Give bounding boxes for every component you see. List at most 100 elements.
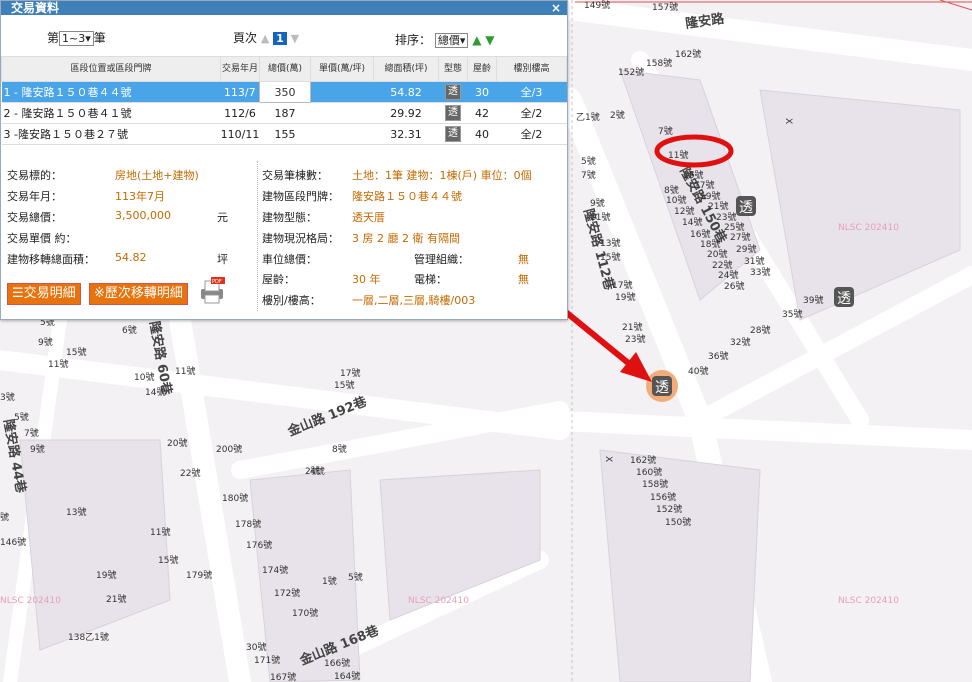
detail-value: 透天厝	[352, 211, 385, 224]
svg-text:164號: 164號	[334, 670, 360, 682]
svg-text:152號: 152號	[656, 503, 682, 515]
svg-text:11號: 11號	[668, 149, 688, 161]
cell-type: 透	[438, 102, 468, 124]
type-badge: 透	[445, 84, 461, 100]
table-row[interactable]: 1 - 隆安路１５０巷４４號 113/7 350 54.82 透 30 全/3	[1, 81, 567, 103]
sort-select[interactable]: 總價▾	[434, 33, 469, 48]
selected-transaction-marker[interactable]: 透	[646, 370, 678, 402]
svg-text:13號: 13號	[600, 237, 620, 249]
svg-text:透: 透	[739, 200, 753, 216]
svg-text:透: 透	[837, 291, 851, 307]
col-header[interactable]: 型態	[438, 56, 468, 82]
detail-label: 交易筆棟數：	[262, 169, 328, 182]
detail-right: 交易筆棟數： 土地：1筆 建物：1棟(戶) 車位：0個 建物區段門牌： 隆安路１…	[257, 161, 564, 311]
svg-text:32號: 32號	[730, 336, 750, 348]
svg-text:22號: 22號	[180, 467, 200, 479]
next-page-icon[interactable]: ▼	[291, 32, 299, 45]
cell-address: 3 -隆安路１５０巷２７號	[1, 123, 221, 145]
svg-text:146號: 146號	[0, 536, 26, 548]
transaction-detail-button[interactable]: ☰交易明細	[7, 283, 81, 305]
detail-value: 隆安路１５０巷４４號	[352, 190, 462, 203]
cell-unit	[310, 81, 374, 103]
svg-text:36號: 36號	[708, 350, 728, 362]
svg-text:3號: 3號	[0, 391, 15, 403]
svg-text:11號: 11號	[590, 211, 610, 223]
svg-text:15號: 15號	[66, 346, 86, 358]
transaction-table: 區段位置或區段門牌 交易年月 總價(萬) 單價(萬/坪) 總面積(坪) 型態 屋…	[1, 56, 567, 145]
elevator-label: 電梯：	[414, 273, 447, 286]
detail-label: 交易標的：	[7, 169, 62, 182]
transaction-marker[interactable]: 透	[834, 287, 854, 307]
cell-age: 30	[467, 81, 497, 103]
detail-label: 交易年月：	[7, 190, 62, 203]
svg-text:15號: 15號	[600, 251, 620, 263]
cell-age: 42	[467, 102, 497, 124]
svg-text:17號: 17號	[612, 279, 632, 291]
cell-area: 32.31	[373, 123, 439, 145]
close-icon[interactable]: ×	[551, 1, 561, 15]
svg-text:2號: 2號	[610, 109, 625, 121]
cell-floor: 全/2	[496, 102, 567, 124]
svg-text:透: 透	[655, 380, 669, 396]
transaction-marker[interactable]: 透	[736, 196, 756, 216]
detail-label: 交易總價：	[7, 211, 62, 224]
record-prefix: 第	[47, 31, 60, 45]
pagination: 頁次 ▲ 1 ▼	[233, 29, 299, 46]
elevator-value: 無	[518, 273, 529, 286]
type-badge: 透	[445, 105, 461, 121]
svg-text:X: X	[783, 118, 793, 124]
cell-date: 110/11	[220, 123, 260, 145]
svg-text:180號: 180號	[222, 492, 248, 504]
pdf-printer-icon[interactable]: PDF	[199, 277, 227, 305]
watermark: NLSC 202410	[0, 596, 61, 606]
svg-text:7號: 7號	[581, 169, 596, 181]
svg-text:17號: 17號	[694, 179, 714, 191]
detail-label: 樓別/樓高：	[262, 294, 321, 307]
cell-area: 29.92	[373, 102, 439, 124]
svg-text:19號: 19號	[96, 569, 116, 581]
transfer-history-button[interactable]: ※歷次移轉明細	[89, 283, 188, 305]
mgmt-label: 管理組織：	[414, 253, 469, 266]
svg-text:178號: 178號	[235, 518, 261, 530]
svg-text:乙1號: 乙1號	[576, 111, 600, 123]
svg-text:21號: 21號	[708, 200, 728, 212]
table-row[interactable]: 3 -隆安路１５０巷２７號 110/11 155 32.31 透 40 全/2	[1, 123, 567, 145]
panel-toolbar: 第 1~3▾ 筆 頁次 ▲ 1 ▼ 排序： 總價▾ ▲ ▼	[1, 15, 567, 48]
svg-text:150號: 150號	[665, 516, 691, 528]
svg-text:152號: 152號	[618, 66, 644, 78]
current-page[interactable]: 1	[273, 32, 287, 45]
svg-text:26號: 26號	[724, 280, 744, 292]
mgmt-value: 無	[518, 253, 529, 266]
col-header[interactable]: 樓別樓高	[496, 56, 567, 82]
col-header[interactable]: 屋齡	[467, 56, 497, 82]
svg-text:7號: 7號	[658, 125, 673, 137]
prev-page-icon[interactable]: ▲	[261, 32, 269, 45]
cell-date: 113/7	[220, 81, 260, 103]
svg-text:162號: 162號	[675, 48, 701, 60]
col-header[interactable]: 區段位置或區段門牌	[1, 56, 221, 82]
detail-value: 土地：1筆 建物：1棟(戶) 車位：0個	[352, 169, 532, 182]
svg-text:23號: 23號	[716, 211, 736, 223]
sort-desc-icon[interactable]: ▼	[485, 33, 494, 47]
svg-text:8號: 8號	[332, 443, 347, 455]
svg-text:20號: 20號	[707, 248, 727, 260]
svg-text:25號: 25號	[724, 221, 744, 233]
detail-label: 建物現況格局：	[262, 232, 339, 245]
sort-asc-icon[interactable]: ▲	[472, 33, 481, 47]
svg-text:5號: 5號	[581, 155, 596, 167]
svg-text:15號: 15號	[683, 169, 703, 181]
watermark: NLSC 202410	[838, 223, 899, 233]
svg-text:149號: 149號	[584, 0, 610, 11]
record-range-select[interactable]: 1~3▾	[59, 31, 94, 46]
svg-text:21號: 21號	[106, 593, 126, 605]
svg-text:28號: 28號	[750, 324, 770, 336]
svg-text:10號: 10號	[134, 371, 154, 383]
svg-text:X: X	[603, 456, 613, 462]
col-header[interactable]: 交易年月	[220, 56, 260, 82]
col-header[interactable]: 總面積(坪)	[373, 56, 439, 82]
svg-text:166號: 166號	[324, 657, 350, 669]
col-header[interactable]: 單價(萬/坪)	[310, 56, 374, 82]
detail-unit: 坪	[217, 253, 228, 266]
col-header[interactable]: 總價(萬)	[259, 56, 311, 82]
table-row[interactable]: 2 - 隆安路１５０巷４１號 112/6 187 29.92 透 42 全/2	[1, 102, 567, 124]
